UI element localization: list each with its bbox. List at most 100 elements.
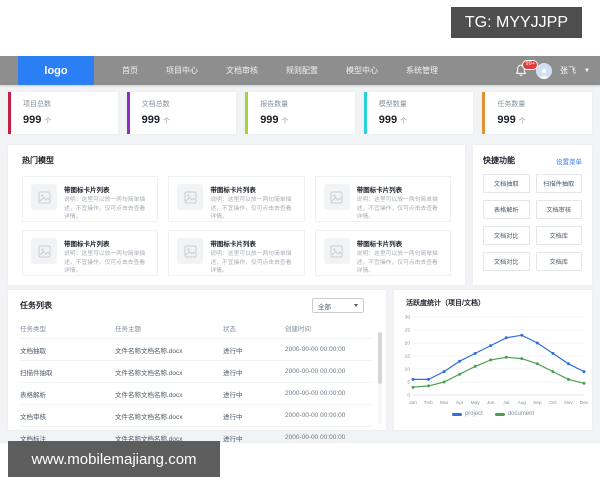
cell-task-subject: 文件名称文档名称.docx — [115, 413, 183, 421]
model-card-title: 带图标卡片列表 — [64, 241, 110, 248]
col-task-type: 任务类型 — [20, 326, 46, 333]
model-card[interactable]: 带图标卡片列表说明：这里可以放一两句简单描述，不宜操作，仅可点击去查看详情。 — [314, 230, 451, 276]
cell-status: 进行中 — [223, 413, 243, 421]
quick-actions-grid: 文档抽取 扫描件抽取 表格解析 文档审核 文档对比 文档库 文档对比 文档库 — [473, 174, 592, 271]
cell-task-subject: 文件名称文档名称.docx — [115, 347, 183, 355]
svg-text:15: 15 — [405, 354, 411, 360]
model-card[interactable]: 带图标卡片列表说明：这里可以放一两句简单描述，不宜操作，仅可点击去查看详情。 — [168, 176, 305, 222]
chevron-down-icon — [354, 304, 358, 307]
nav-menu: 首页 项目中心 文档审核 规则配置 模型中心 系统管理 — [122, 56, 438, 85]
svg-text:30: 30 — [405, 315, 411, 321]
image-icon — [323, 184, 350, 210]
qa-button-doc-library[interactable]: 文档库 — [535, 226, 582, 245]
qa-button-doc-compare[interactable]: 文档对比 — [483, 226, 530, 245]
hot-models-panel: 热门模型 带图标卡片列表 说明：这里可以放一两句简单描述，不宜操作，仅可点击去查看… — [8, 145, 465, 285]
model-card[interactable]: 带图标卡片列表 说明：这里可以放一两句简单描述，不宜操作，仅可点击去查看详情。 — [22, 230, 159, 276]
activity-chart-panel: 活跃度统计（项目/文档） 0 5 10 15 20 25 30 Jan Feb Mar Apr May… — [394, 290, 592, 430]
table-row[interactable]: 文档审核 文件名称文档名称.docx 进行中 2000-00-00 00:00:… — [20, 404, 372, 426]
scrollbar-thumb[interactable] — [378, 332, 382, 384]
cell-task-subject: 文件名称文档名称.docx — [115, 391, 183, 399]
svg-text:Nov: Nov — [564, 400, 573, 406]
stat-value: 999 — [497, 114, 516, 126]
svg-text:May: May — [471, 400, 481, 406]
svg-text:Jan: Jan — [409, 400, 417, 406]
nav-item-models[interactable]: 模型中心 — [346, 65, 378, 76]
stat-label: 模型数量 — [378, 101, 407, 108]
col-created-at: 创建时间 — [285, 326, 311, 333]
stat-value: 999 — [260, 114, 279, 126]
stats-row: 项目总数 999 个 文档总数 999 个 报告数量 999 个 模型数量 999 个 … — [8, 92, 592, 134]
task-list-title: 任务列表 — [20, 301, 52, 310]
legend-item-project[interactable]: project — [451, 411, 483, 417]
model-card[interactable]: 带图标卡片列表 说明：这里可以放一两句简单描述，不宜操作，仅可点击去查看详情。 — [168, 230, 305, 276]
cell-created-at: 2000-00-00 00:00:00 — [285, 368, 346, 375]
nav-item-doc-review[interactable]: 文档审核 — [226, 65, 258, 76]
model-card-desc: 说明：这里可以放一两句简单描述，不宜操作，仅可点击去查看详情。 — [356, 251, 438, 275]
task-table: 任务类型 任务主题 状态 创建时间 文档抽取 文件名称文档名称.docx 进行中… — [20, 319, 372, 448]
model-card-desc: 说明：这里可以放一两句简单描述，不宜操作，仅可点击去查看详情。 — [210, 251, 292, 275]
nav-item-rules[interactable]: 规则配置 — [286, 65, 318, 76]
chart-legend: project document — [394, 411, 592, 417]
model-card-title: 带图标卡片列表 — [64, 187, 110, 194]
model-card-title: 带图标卡片列表 — [356, 187, 403, 194]
image-icon — [31, 238, 57, 264]
cell-status: 进行中 — [223, 391, 243, 399]
stat-unit: 个 — [44, 118, 52, 125]
svg-text:Apr: Apr — [456, 400, 464, 406]
notification-bell-icon[interactable]: 99+ — [515, 59, 539, 78]
stat-card-projects[interactable]: 项目总数 999 个 — [8, 92, 118, 134]
qa-button-doc-extract[interactable]: 文档抽取 — [483, 174, 530, 193]
svg-text:Sep: Sep — [533, 400, 542, 406]
model-card-desc: 说明：这里可以放一两句简单描述，不宜操作，仅可点击去查看详情。 — [64, 197, 146, 221]
model-card-desc: 说明：这里可以放一两句简单描述，不宜操作，仅可点击去查看详情。 — [356, 197, 438, 221]
activity-chart-title: 活跃度统计（项目/文档） — [406, 300, 485, 307]
qa-button-scan-extract[interactable]: 扫描件抽取 — [535, 174, 582, 193]
nav-item-home[interactable]: 首页 — [122, 65, 138, 76]
table-scrollbar[interactable] — [378, 332, 382, 424]
table-header-row: 任务类型 任务主题 状态 创建时间 — [20, 319, 372, 338]
qa-button-doc-compare-2[interactable]: 文档对比 — [483, 252, 530, 271]
qa-button-table-parse[interactable]: 表格解析 — [483, 200, 530, 219]
quick-actions-panel: 快捷功能 设置菜单 文档抽取 扫描件抽取 表格解析 文档审核 文档对比 文档库 … — [473, 145, 592, 285]
user-avatar[interactable] — [536, 62, 553, 79]
legend-label: project — [464, 411, 483, 417]
legend-marker — [451, 412, 462, 416]
table-row[interactable]: 表格解析 文件名称文档名称.docx 进行中 2000-00-00 00:00:… — [20, 382, 372, 404]
chevron-down-icon[interactable]: ▼ — [584, 68, 590, 74]
nav-item-projects[interactable]: 项目中心 — [166, 65, 198, 76]
task-filter-select[interactable]: 全部 — [312, 298, 364, 313]
cell-created-at: 2000-00-00 00:00:00 — [285, 434, 346, 441]
task-list-panel: 任务列表 全部 任务类型 任务主题 状态 创建时间 文档抽取 文件名称文档名称.… — [8, 290, 386, 443]
legend-label: document — [507, 411, 535, 417]
navbar: logo 首页 项目中心 文档审核 规则配置 模型中心 系统管理 99+ 张飞 … — [0, 56, 600, 85]
stat-card-reports[interactable]: 报告数量 999 个 — [245, 92, 355, 134]
stat-card-models[interactable]: 模型数量 999 个 — [363, 92, 474, 134]
logo[interactable]: logo — [18, 56, 94, 85]
site-watermark: www.mobilemajiang.com — [8, 441, 220, 477]
table-row[interactable]: 扫描件抽取 文件名称文档名称.docx 进行中 2000-00-00 00:00… — [20, 360, 372, 382]
image-icon — [177, 184, 204, 210]
qa-button-doc-library-2[interactable]: 文档库 — [535, 252, 582, 271]
navbar-right: 99+ 张飞 ▼ — [515, 56, 590, 85]
legend-item-document[interactable]: document — [494, 411, 535, 417]
model-card-title: 带图标卡片列表 — [356, 241, 403, 248]
model-card-desc: 说明：这里可以放一两句简单描述，不宜操作，仅可点击去查看详情。 — [210, 197, 292, 221]
model-card-title: 带图标卡片列表 — [210, 187, 256, 194]
nav-item-system[interactable]: 系统管理 — [406, 65, 438, 76]
svg-text:0: 0 — [407, 393, 410, 399]
model-card[interactable]: 带图标卡片列表说明：这里可以放一两句简单描述，不宜操作，仅可点击去查看详情。 — [22, 176, 159, 222]
user-name[interactable]: 张飞 — [560, 65, 576, 76]
svg-text:10: 10 — [405, 367, 411, 373]
table-row[interactable]: 文档抽取 文件名称文档名称.docx 进行中 2000-00-00 00:00:… — [20, 338, 372, 360]
main-content: 项目总数 999 个 文档总数 999 个 报告数量 999 个 模型数量 999 个 … — [0, 85, 600, 443]
model-card[interactable]: 带图标卡片列表说明：这里可以放一两句简单描述，不宜操作，仅可点击去查看详情。 — [314, 176, 451, 222]
stat-card-tasks[interactable]: 任务数量 999 个 — [482, 92, 592, 134]
stat-value: 999 — [23, 114, 42, 126]
col-status: 状态 — [223, 326, 236, 333]
stat-label: 文档总数 — [141, 101, 170, 108]
svg-text:25: 25 — [405, 328, 411, 334]
stat-unit: 个 — [162, 118, 170, 125]
stat-card-documents[interactable]: 文档总数 999 个 — [126, 92, 237, 134]
settings-menu-link[interactable]: 设置菜单 — [556, 156, 582, 166]
qa-button-doc-review[interactable]: 文档审核 — [535, 200, 582, 219]
